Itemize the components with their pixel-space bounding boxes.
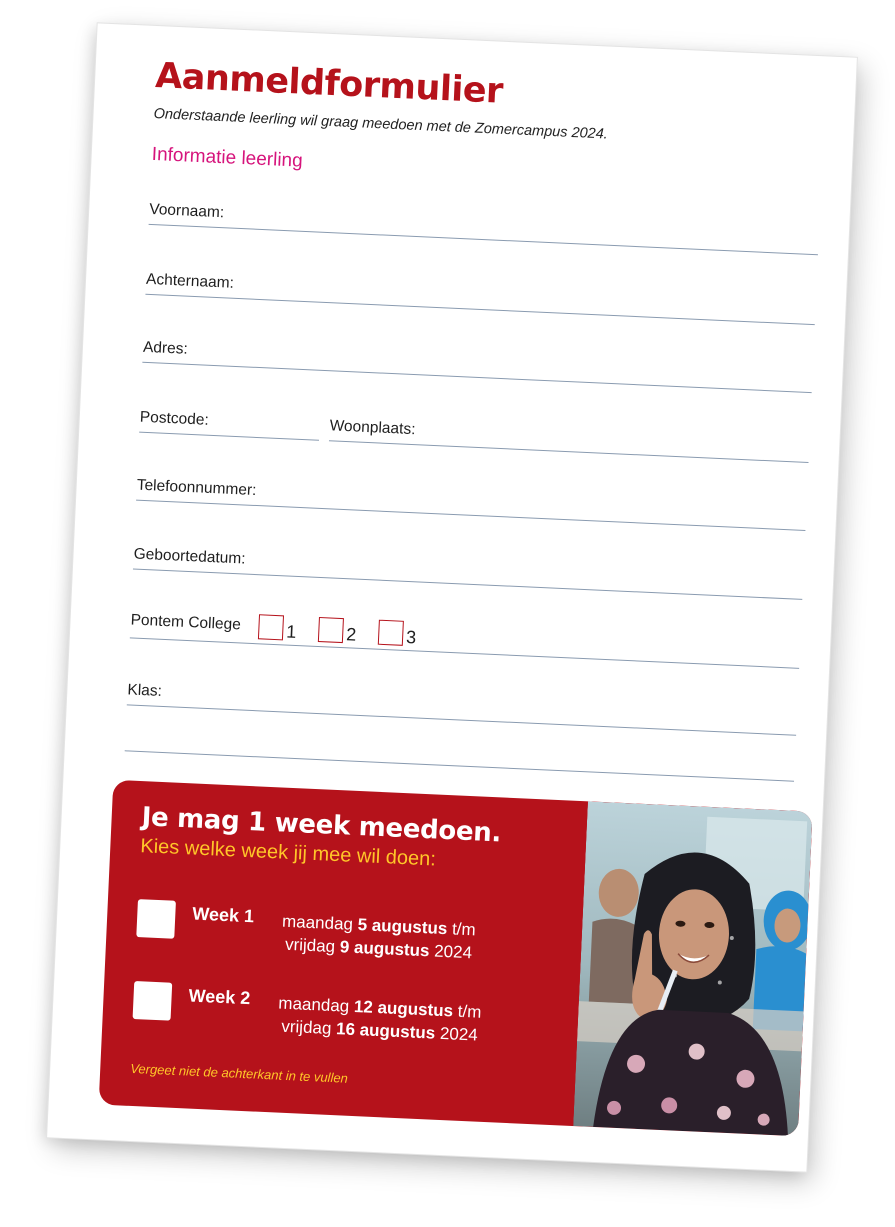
week-1-checkbox[interactable] xyxy=(136,899,176,939)
voornaam-field[interactable] xyxy=(148,223,818,256)
woonplaats-field[interactable] xyxy=(328,440,809,464)
registration-form-sheet: Aanmeldformulier Onderstaande leerling w… xyxy=(47,23,857,1172)
week-selection-panel: Je mag 1 week meedoen. Kies welke week j… xyxy=(98,779,813,1137)
postcode-field[interactable] xyxy=(139,431,320,441)
geboortedatum-field[interactable] xyxy=(132,568,803,600)
form-end-divider xyxy=(124,750,795,782)
form-title: Aanmeldformulier xyxy=(154,56,504,112)
college-option-2-label: 2 xyxy=(345,624,357,645)
college-option-3-label: 3 xyxy=(405,626,417,648)
week-2-checkbox[interactable] xyxy=(132,980,173,1021)
telefoon-field[interactable] xyxy=(136,499,806,531)
week-selection-text: Je mag 1 week meedoen. Kies welke week j… xyxy=(140,801,582,878)
geboortedatum-label: Geboortedatum: xyxy=(133,545,246,568)
college-label: Pontem College xyxy=(130,611,242,634)
adres-field[interactable] xyxy=(142,361,812,394)
college-checkbox-3[interactable] xyxy=(377,619,404,646)
week-2-dates: maandag 12 augustus t/m vrijdag 16 augus… xyxy=(277,993,482,1045)
page: Aanmeldformulier Onderstaande leerling w… xyxy=(0,0,895,1227)
postcode-label: Postcode: xyxy=(139,408,210,429)
woonplaats-label: Woonplaats: xyxy=(329,417,416,439)
adres-label: Adres: xyxy=(142,338,189,358)
week-1-dates: maandag 5 augustus t/m vrijdag 9 augustu… xyxy=(281,911,477,963)
section-heading: Informatie leerling xyxy=(151,143,304,172)
week-1-label: Week 1 xyxy=(191,903,255,927)
college-checkbox-1[interactable] xyxy=(257,614,285,641)
voornaam-label: Voornaam: xyxy=(148,200,225,222)
promo-footer-note: Vergeet niet de achterkant in te vullen xyxy=(129,1060,349,1086)
college-option-1-label: 1 xyxy=(285,621,297,642)
achternaam-field[interactable] xyxy=(145,293,815,326)
form-subtitle: Onderstaande leerling wil graag meedoen … xyxy=(153,105,609,143)
college-divider xyxy=(129,637,800,669)
week-2-label: Week 2 xyxy=(188,985,251,1009)
achternaam-label: Achternaam: xyxy=(145,270,235,292)
college-checkbox-2[interactable] xyxy=(317,616,344,644)
student-photo xyxy=(573,801,813,1137)
klas-field[interactable] xyxy=(126,704,797,736)
telefoon-label: Telefoonnummer: xyxy=(136,476,257,500)
klas-label: Klas: xyxy=(127,681,163,700)
